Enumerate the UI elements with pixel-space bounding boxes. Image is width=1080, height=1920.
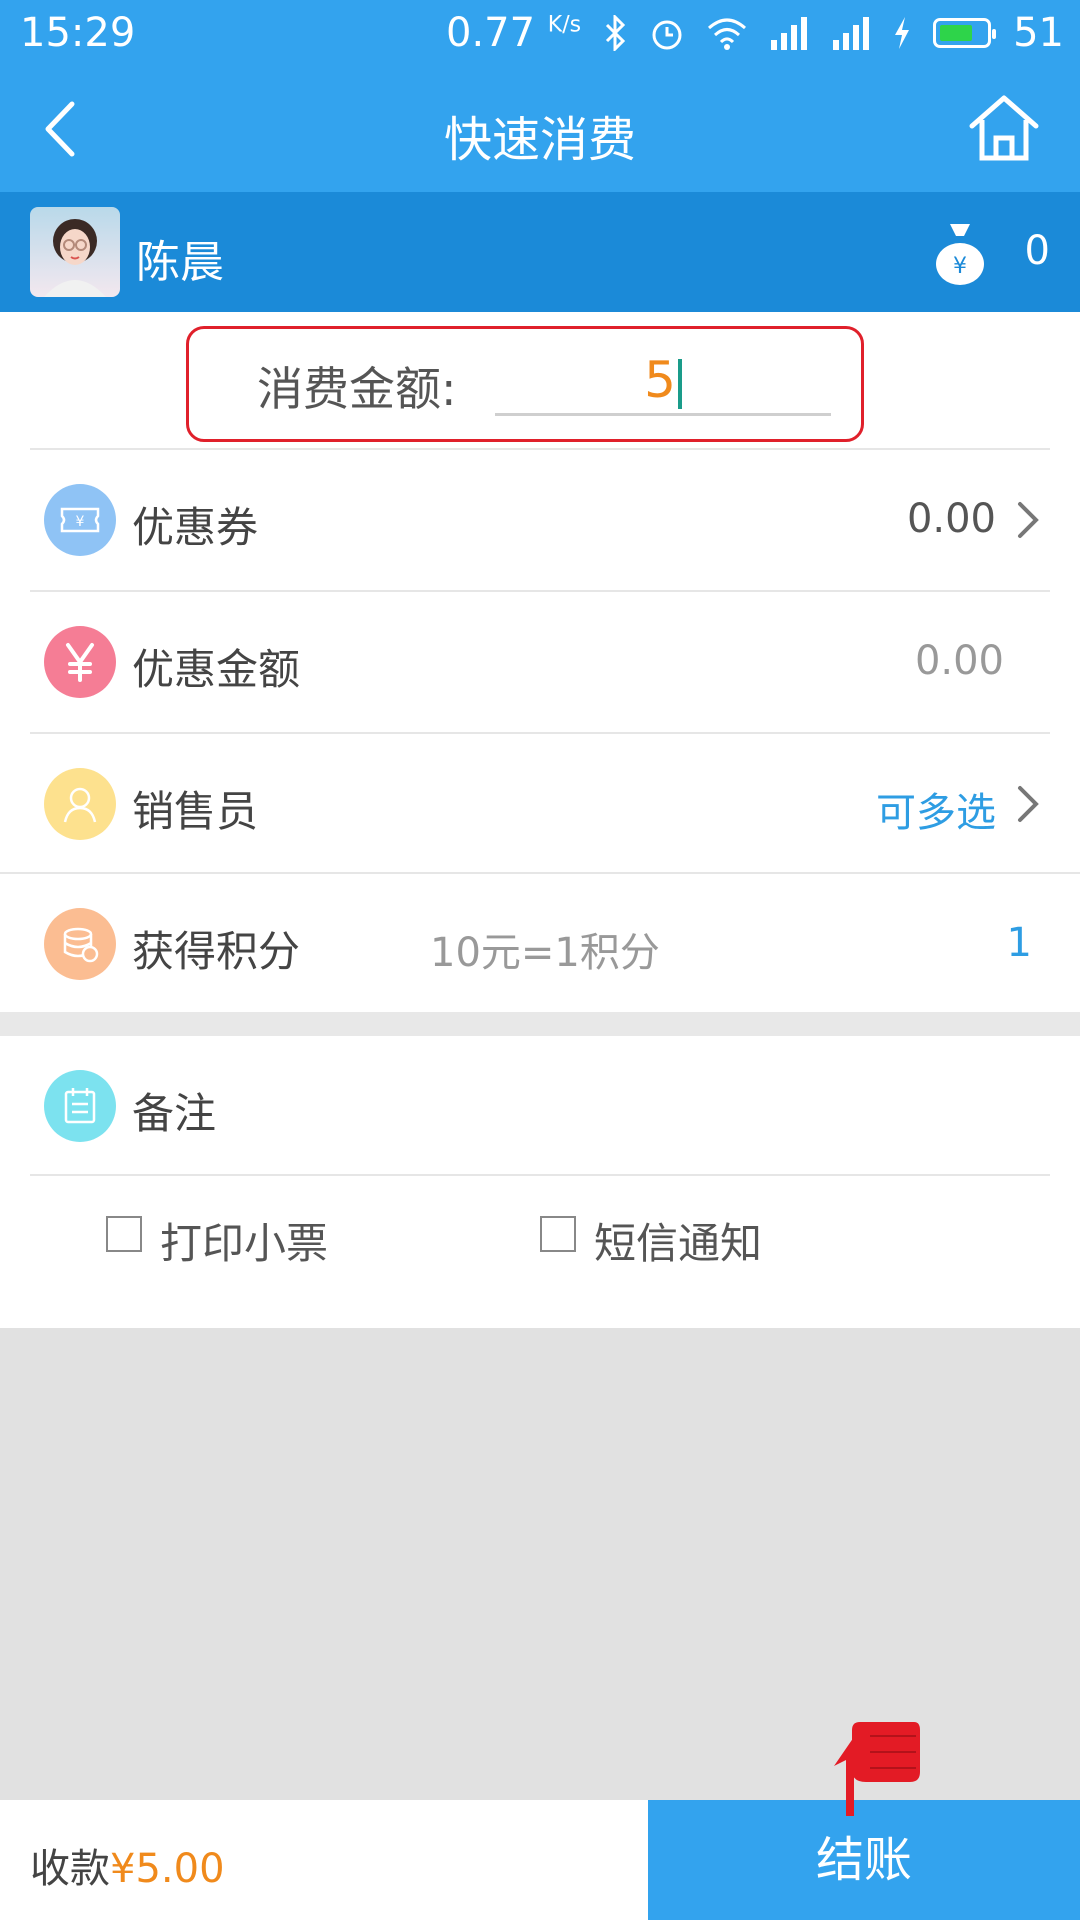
points-label: 获得积分	[132, 927, 301, 976]
amount-value: 5	[644, 351, 676, 409]
salesperson-label: 销售员	[132, 787, 259, 836]
coupon-value: 0.00	[906, 496, 996, 542]
status-bar: 15:29 0.77 K/s 51	[0, 0, 1080, 66]
text-caret	[677, 358, 682, 409]
battery-icon	[933, 18, 997, 48]
yen-icon	[44, 626, 116, 698]
home-icon[interactable]	[966, 90, 1042, 166]
member-bar[interactable]: 陈晨 ¥ 0	[0, 192, 1080, 312]
money-bag-icon: ¥	[936, 224, 984, 285]
print-receipt-checkbox[interactable]	[106, 1216, 142, 1252]
member-points: 0	[1024, 228, 1050, 274]
nav-bar: 快速消费	[0, 66, 1080, 192]
chevron-right-icon	[1018, 502, 1039, 538]
avatar	[30, 207, 120, 297]
notepad-icon	[44, 1070, 116, 1142]
points-rule: 10元=1积分	[430, 930, 660, 976]
coupon-label: 优惠券	[132, 503, 259, 552]
avatar-image	[44, 219, 106, 297]
bluetooth-icon	[606, 15, 626, 51]
sms-notify-label: 短信通知	[594, 1219, 763, 1268]
svg-text:¥: ¥	[953, 254, 967, 279]
amount-label: 消费金额:	[257, 362, 457, 416]
amount-input[interactable]: 5	[495, 347, 831, 416]
discount-row: 优惠金额 0.00	[0, 592, 1080, 732]
pointing-hand-icon	[834, 1722, 920, 1816]
collect-amount: ¥5.00	[110, 1846, 225, 1892]
discount-value: 0.00	[914, 638, 1004, 684]
remark-label: 备注	[132, 1089, 217, 1138]
remark-row[interactable]: 备注	[0, 1036, 1080, 1176]
points-row: 获得积分 10元=1积分 1	[0, 874, 1080, 1014]
sms-notify-checkbox[interactable]	[540, 1216, 576, 1252]
amount-highlight-box: 消费金额: 5	[186, 326, 864, 442]
coupon-icon: ¥	[44, 484, 116, 556]
signal-icon	[771, 17, 808, 50]
charging-icon	[895, 17, 910, 49]
coupon-row[interactable]: ¥ 优惠券 0.00	[0, 450, 1080, 590]
checkout-button[interactable]: 结账	[648, 1800, 1080, 1920]
coins-icon	[44, 908, 116, 980]
member-name: 陈晨	[136, 237, 224, 288]
chevron-right-icon	[1018, 786, 1039, 822]
print-receipt-label: 打印小票	[160, 1219, 329, 1268]
person-icon	[44, 768, 116, 840]
status-icons: 0.77 K/s 51	[446, 10, 1064, 56]
consumption-form: 消费金额: 5 ¥ 优惠券 0.00 优惠金额 0.00 销售员 可多选 获得积…	[0, 312, 1080, 1328]
svg-text:¥: ¥	[76, 514, 85, 530]
collect-summary: 收款¥5.00	[30, 1836, 225, 1894]
amount-row: 消费金额: 5	[0, 312, 1080, 448]
status-time: 15:29	[20, 10, 136, 56]
divider	[30, 1174, 1050, 1176]
network-speed: 0.77 K/s	[446, 10, 582, 56]
battery-level: 51	[1013, 10, 1064, 56]
collect-label: 收款	[30, 1846, 110, 1892]
points-value: 1	[1006, 920, 1032, 966]
wifi-icon	[708, 18, 747, 50]
page-title: 快速消费	[443, 112, 636, 168]
section-separator	[0, 1012, 1080, 1036]
alarm-icon	[652, 20, 682, 50]
signal-4g-icon	[833, 17, 870, 50]
discount-label: 优惠金额	[132, 645, 301, 694]
salesperson-row[interactable]: 销售员 可多选	[0, 734, 1080, 874]
salesperson-value: 可多选	[876, 790, 996, 836]
